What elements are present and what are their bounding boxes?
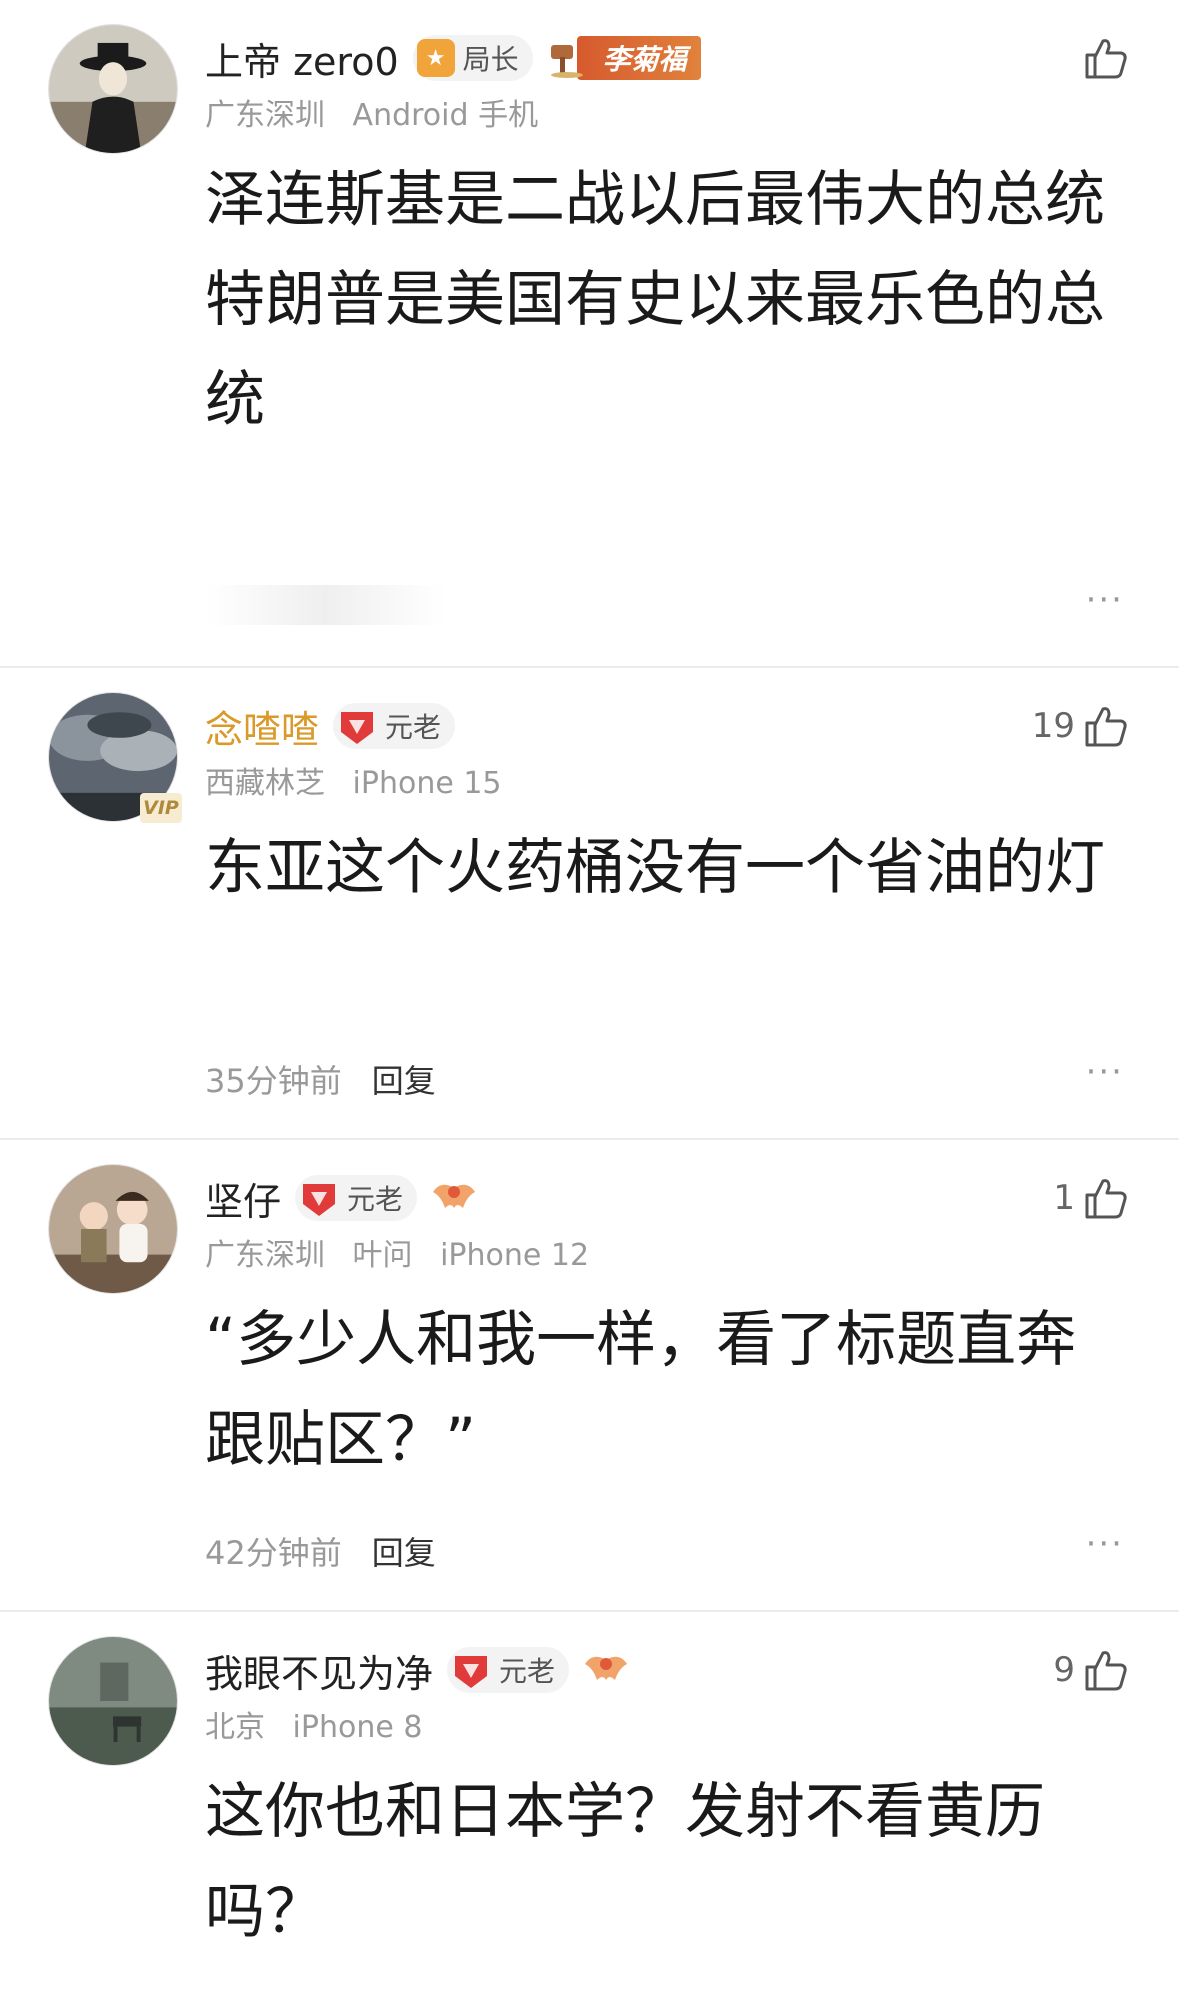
thumbs-up-icon (1085, 1651, 1127, 1691)
badge-label: 元老 (385, 711, 442, 744)
username[interactable]: 念喳喳 (205, 699, 319, 754)
location: 广东深圳 (205, 1238, 325, 1273)
more-options-button[interactable]: ··· (1086, 1052, 1124, 1092)
comment-body: 这你也和日本学？发射不看黄历吗？ (205, 1762, 1115, 1962)
like-count: 1 (1053, 1178, 1075, 1218)
rank-badge[interactable]: 元老 (447, 1647, 570, 1693)
comment-footer: 35分钟前 回复 (205, 1056, 436, 1102)
avatar[interactable] (48, 24, 178, 154)
meta-info: 广东深圳 Android 手机 (205, 90, 556, 134)
medal-label: 李菊福 (576, 36, 701, 80)
rank-badge[interactable]: ★ 局长 (412, 35, 533, 81)
username[interactable]: 坚仔 (205, 1171, 281, 1226)
location: 西藏林芝 (205, 766, 325, 801)
more-options-button[interactable]: ··· (1086, 1524, 1124, 1564)
wings-icon[interactable] (583, 1650, 629, 1690)
gem-icon (303, 1184, 336, 1216)
comment-item: VIP 念喳喳 元老 西藏林芝 iPhone 15 19 东亚这个火药桶没有一个… (0, 668, 1179, 1140)
badge-label: 元老 (347, 1183, 404, 1216)
comment-item: 我眼不见为净 元老 北京 iPhone 8 9 这你也和日本学？发射不看黄历吗？ (0, 1612, 1179, 2007)
comment-body: “多少人和我一样，看了标题直奔跟贴区？” (205, 1290, 1115, 1490)
gem-icon (455, 1656, 488, 1688)
location: 北京 (205, 1710, 265, 1745)
gem-icon (341, 712, 374, 744)
hammer-icon (550, 45, 583, 78)
like-count: 9 (1053, 1650, 1075, 1690)
comment-text: 东亚这个火药桶没有一个省油的灯 (205, 833, 1105, 903)
user-header: 坚仔 元老 (205, 1170, 477, 1226)
meta-info: 北京 iPhone 8 (205, 1702, 440, 1746)
comment-body: 泽连斯基是二战以后最伟大的总统 特朗普是美国有史以来最乐色的总统 (205, 150, 1115, 450)
avatar[interactable] (48, 1636, 178, 1766)
vip-tag: VIP (140, 793, 182, 823)
thumbs-up-icon (1085, 1179, 1127, 1219)
like-button[interactable]: 1 (1053, 1170, 1131, 1226)
comment-footer: 42分钟前 回复 (205, 1528, 436, 1574)
like-button[interactable]: 9 (1053, 1642, 1131, 1698)
comment-item: 上帝 zero0 ★ 局长 李菊福 广东深圳 Android 手机 泽连斯基是二… (0, 0, 1179, 668)
device: iPhone 12 (440, 1238, 590, 1273)
meta-info: 西藏林芝 iPhone 15 (205, 758, 520, 802)
reply-button[interactable]: 回复 (372, 1056, 436, 1102)
like-button[interactable] (1081, 30, 1131, 86)
medal-badge[interactable]: 李菊福 (547, 35, 701, 81)
timestamp: 42分钟前 (205, 1534, 342, 1572)
comment-text: 特朗普是美国有史以来最乐色的总统 (205, 265, 1105, 435)
comment-item: 坚仔 元老 广东深圳 叶问 iPhone 12 1 “多少人和我一样，看了标题直… (0, 1140, 1179, 1612)
rank-star-icon: ★ (416, 39, 455, 77)
timestamp: 35分钟前 (205, 1062, 342, 1100)
thumbs-up-icon (1085, 707, 1127, 747)
comment-body: 东亚这个火药桶没有一个省油的灯 (205, 818, 1115, 918)
comment-text: 泽连斯基是二战以后最伟大的总统 (205, 165, 1105, 235)
device: Android 手机 (352, 98, 539, 133)
user-header: 我眼不见为净 元老 (205, 1642, 629, 1698)
device: iPhone 8 (292, 1710, 423, 1745)
like-count: 19 (1031, 706, 1075, 746)
badge-label: 局长 (462, 43, 519, 76)
reply-button[interactable]: 回复 (372, 1528, 436, 1574)
thumbs-up-icon (1085, 39, 1127, 79)
rank-badge[interactable]: 元老 (295, 1175, 418, 1221)
username[interactable]: 我眼不见为净 (205, 1643, 433, 1698)
username[interactable]: 上帝 zero0 (205, 31, 399, 86)
comment-text: “多少人和我一样，看了标题直奔跟贴区？” (205, 1305, 1077, 1475)
like-button[interactable]: 19 (1032, 698, 1131, 754)
user-header: 上帝 zero0 ★ 局长 李菊福 (205, 30, 701, 86)
more-options-button[interactable]: ··· (1086, 580, 1124, 620)
faded-footer (205, 585, 445, 625)
user-header: 念喳喳 元老 (205, 698, 456, 754)
rank-badge[interactable]: 元老 (333, 703, 456, 749)
meta-info: 广东深圳 叶问 iPhone 12 (205, 1230, 607, 1274)
avatar[interactable] (48, 1164, 178, 1294)
badge-label: 元老 (499, 1655, 556, 1688)
location: 广东深圳 (205, 98, 325, 133)
extra-tag: 叶问 (352, 1238, 413, 1273)
device: iPhone 15 (352, 766, 502, 801)
wings-icon[interactable] (431, 1178, 477, 1218)
comment-text: 这你也和日本学？发射不看黄历吗？ (205, 1777, 1045, 1947)
